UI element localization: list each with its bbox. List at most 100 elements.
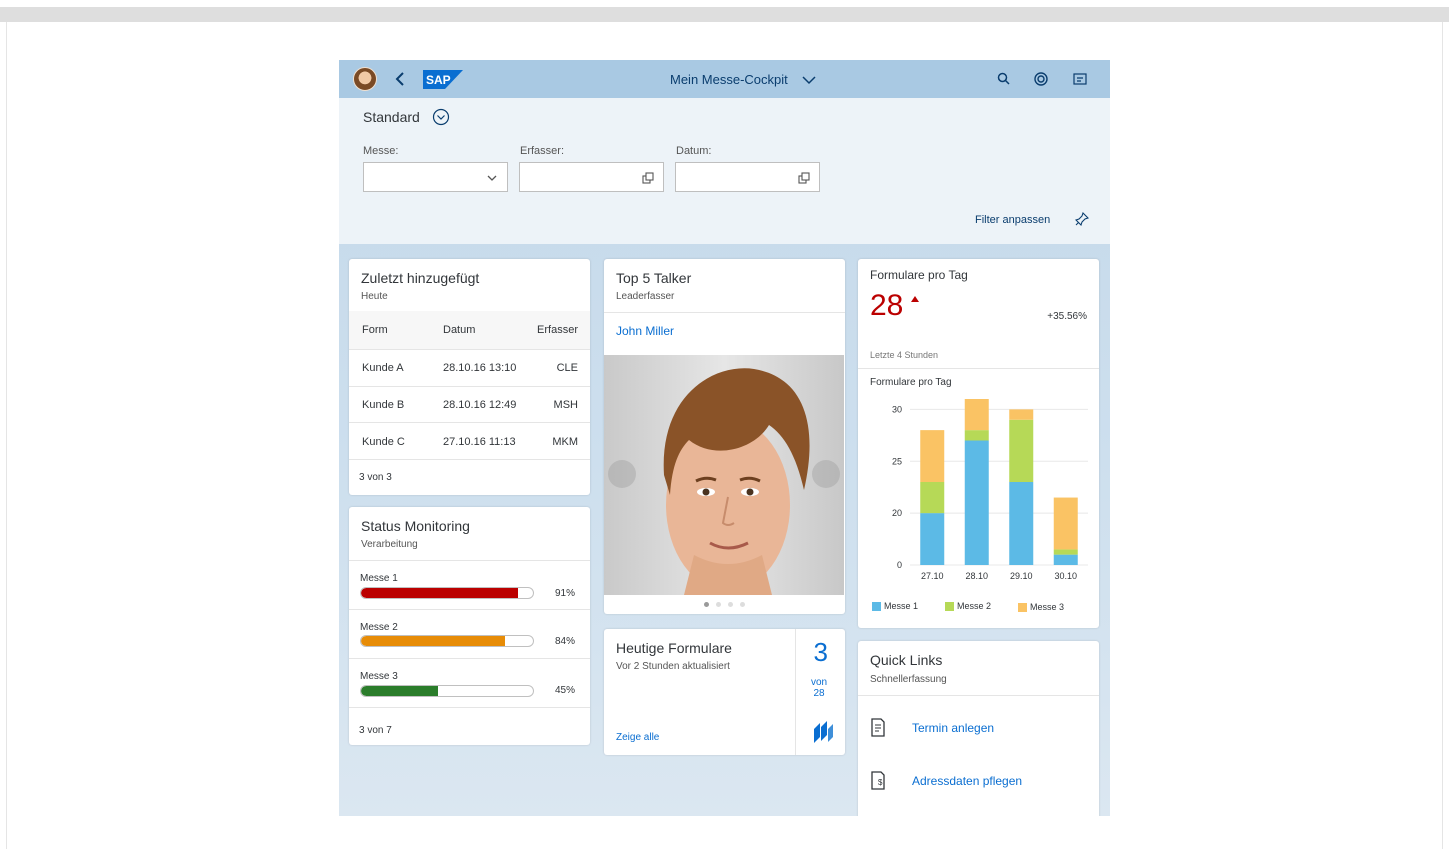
sap-logo: SAP — [423, 70, 463, 89]
quicklink-label[interactable]: Adressdaten pflegen — [912, 774, 1022, 788]
show-all-link[interactable]: Zeige alle — [616, 732, 659, 743]
cell-datum: 28.10.16 13:10 — [443, 362, 517, 374]
x-tick-label: 28.10 — [965, 571, 988, 581]
appointment-icon — [871, 718, 885, 737]
legend-label: Messe 1 — [884, 601, 919, 611]
page-dot[interactable] — [715, 601, 721, 607]
legend-swatch — [872, 601, 881, 611]
page-dot[interactable] — [703, 601, 709, 607]
user-avatar[interactable] — [353, 67, 377, 91]
pin-icon[interactable] — [1075, 212, 1089, 226]
quicklink-label[interactable]: Termin anlegen — [912, 721, 994, 735]
card-subtitle: Schnellerfassung — [870, 674, 947, 685]
chart-bar-segment — [1009, 482, 1034, 565]
x-tick-label: 27.10 — [921, 571, 944, 581]
card-subtitle: Leaderfasser — [616, 291, 675, 302]
cell-erfasser: CLE — [556, 362, 578, 374]
datum-input[interactable] — [675, 162, 820, 192]
card-title: Heutige Formulare — [616, 640, 732, 656]
table-footer: 3 von 3 — [359, 472, 392, 483]
back-icon[interactable] — [392, 70, 408, 88]
variant-selector[interactable]: Standard — [363, 108, 450, 126]
divider — [349, 658, 590, 659]
column-header-form: Form — [362, 324, 388, 336]
kpi-delta: +35.56% — [1047, 311, 1087, 322]
forms-of: von 28 — [809, 677, 829, 699]
carousel-pagination[interactable] — [604, 595, 844, 613]
divider — [604, 312, 845, 313]
quicklinks-card: Quick Links Schnellerfassung Termin anle… — [858, 641, 1099, 816]
frame-border-left — [6, 22, 7, 849]
kpi-chart-card[interactable]: Formulare pro Tag 28 +35.56% Letzte 4 St… — [858, 259, 1099, 628]
divider — [858, 695, 1099, 696]
status-card: Status Monitoring Verarbeitung Messe 1 9… — [349, 507, 590, 745]
card-title: Zuletzt hinzugefügt — [361, 270, 480, 286]
chart-bar-segment — [964, 440, 989, 565]
card-subtitle: Vor 2 Stunden aktualisiert — [616, 661, 730, 672]
divider — [858, 368, 1099, 369]
column-header-erfasser: Erfasser — [537, 324, 578, 336]
chart-bar-segment — [964, 399, 989, 431]
messe-dropdown[interactable] — [363, 162, 508, 192]
chart-bar-segment — [1053, 497, 1078, 550]
adapt-filters-button[interactable]: Filter anpassen — [975, 214, 1050, 226]
progress-bar — [360, 635, 534, 647]
card-title: Quick Links — [870, 652, 943, 668]
talker-photo — [604, 355, 844, 595]
progress-fill — [361, 686, 439, 696]
chart-bar-segment — [1053, 549, 1078, 555]
trend-up-icon — [911, 296, 919, 302]
page-dot[interactable] — [727, 601, 733, 607]
chart-bar-segment — [964, 430, 989, 441]
kpi-value: 28 — [870, 289, 904, 322]
forms-today-card[interactable]: Heutige Formulare Vor 2 Stunden aktualis… — [604, 629, 845, 755]
browser-top-strip — [0, 7, 1449, 22]
value-help-icon[interactable] — [642, 172, 654, 184]
erfasser-input[interactable] — [519, 162, 664, 192]
progress-value: 91% — [555, 588, 576, 599]
divider — [349, 349, 590, 350]
card-title: Formulare pro Tag — [870, 268, 968, 282]
x-tick-label: 29.10 — [1010, 571, 1033, 581]
progress-value: 45% — [555, 685, 576, 696]
cell-erfasser: MSH — [553, 399, 578, 411]
cell-form: Kunde B — [362, 399, 405, 411]
app-title-menu[interactable]: Mein Messe-Cockpit — [670, 72, 816, 87]
divider — [349, 560, 590, 561]
progress-bar — [360, 587, 534, 599]
of-total: 28 — [813, 688, 825, 699]
y-tick-label: 30 — [892, 404, 902, 414]
search-icon[interactable] — [996, 71, 1012, 87]
legend-label: Messe 2 — [957, 601, 992, 611]
cell-form: Kunde C — [362, 436, 405, 448]
page-dot[interactable] — [739, 601, 745, 607]
legend-item[interactable]: Messe 1 — [872, 601, 918, 611]
fiori-app: SAP Mein Messe-Cockpit Standard Messe: E… — [339, 60, 1110, 816]
progress-value: 84% — [555, 636, 576, 647]
menu-icon[interactable] — [1072, 71, 1088, 87]
notifications-icon[interactable] — [1033, 71, 1049, 87]
progress-fill — [361, 636, 506, 646]
variant-name: Standard — [363, 109, 420, 125]
card-title: Top 5 Talker — [616, 270, 692, 286]
talker-name-link[interactable]: John Miller — [616, 324, 674, 338]
filter-label-datum: Datum: — [676, 145, 712, 157]
bar-label: Messe 2 — [360, 622, 398, 633]
list-footer: 3 von 7 — [359, 725, 392, 736]
app-title: Mein Messe-Cockpit — [670, 72, 788, 87]
divider — [349, 386, 590, 387]
forms-count: 3 — [813, 637, 828, 667]
x-tick-label: 30.10 — [1054, 571, 1077, 581]
svg-text:$: $ — [878, 778, 883, 787]
chart-bar-segment — [1009, 409, 1034, 420]
filter-label-messe: Messe: — [363, 145, 399, 157]
y-tick-label: 20 — [892, 508, 902, 518]
divider — [349, 422, 590, 423]
recent-card: Zuletzt hinzugefügt Heute Form Datum Erf… — [349, 259, 590, 495]
address-document-icon: $ — [871, 771, 885, 790]
legend-item[interactable]: Messe 2 — [945, 601, 991, 611]
y-tick-label: 0 — [897, 560, 902, 570]
legend-item[interactable]: Messe 3 — [1018, 602, 1064, 612]
bar-label: Messe 1 — [360, 573, 398, 584]
value-help-icon[interactable] — [798, 172, 810, 184]
